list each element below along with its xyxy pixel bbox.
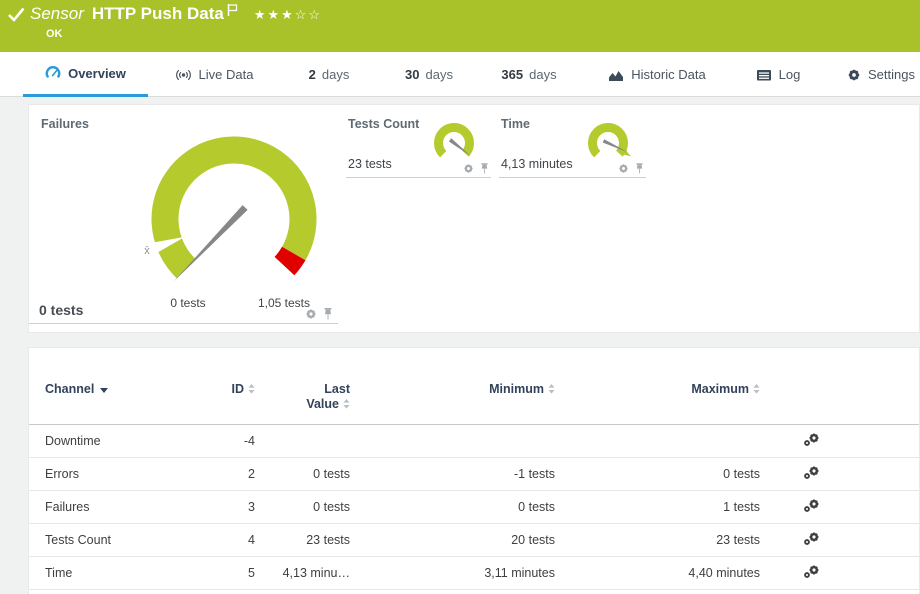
status-badge: OK xyxy=(46,28,63,40)
gear-icon[interactable] xyxy=(463,163,474,174)
column-header-id[interactable]: ID xyxy=(199,348,259,425)
sort-icon xyxy=(343,399,350,409)
tests-count-value: 23 tests xyxy=(348,157,392,171)
historic-data-icon xyxy=(608,68,624,82)
log-icon xyxy=(756,68,772,82)
gauge-needle xyxy=(174,205,248,282)
edit-channel-icon[interactable] xyxy=(803,432,820,447)
gauge-scale-min: 0 tests xyxy=(170,296,205,310)
channel-last-value: 4,13 minu… xyxy=(259,557,354,590)
tab-overview[interactable]: Overview xyxy=(23,52,148,97)
tab-30-days[interactable]: 30 days xyxy=(391,52,467,97)
channel-maximum: 0 tests xyxy=(559,458,764,491)
table-row: Time 5 4,13 minu… 3,11 minutes 4,40 minu… xyxy=(29,557,919,590)
gauge-average-marker: x̄ xyxy=(144,245,150,257)
channel-maximum: 4,40 minutes xyxy=(559,557,764,590)
tab-bar: Overview Live Data 2 days 30 days 365 da… xyxy=(0,52,920,97)
gear-icon[interactable] xyxy=(305,308,317,320)
channel-name: Time xyxy=(29,557,199,590)
widget-title: Time xyxy=(501,117,530,131)
sort-icon xyxy=(548,384,555,394)
tab-historic-data[interactable]: Historic Data xyxy=(596,52,718,97)
channel-minimum: 20 tests xyxy=(354,524,559,557)
channel-id: 2 xyxy=(199,458,259,491)
status-check-icon xyxy=(8,7,25,22)
sensor-header: Sensor HTTP Push Data ★★★☆☆ OK xyxy=(0,0,920,52)
table-row: Errors 2 0 tests -1 tests 0 tests xyxy=(29,458,919,491)
column-header-minimum[interactable]: Minimum xyxy=(354,348,559,425)
stars-empty: ☆☆ xyxy=(295,7,322,22)
sort-desc-icon xyxy=(100,388,108,393)
live-data-icon xyxy=(175,67,192,83)
tab-live-data[interactable]: Live Data xyxy=(168,52,260,97)
sort-icon xyxy=(248,384,255,394)
channel-name: Tests Count xyxy=(29,524,199,557)
channel-name: Downtime xyxy=(29,425,199,458)
tab-2-days[interactable]: 2 days xyxy=(293,52,365,97)
column-header-last-value[interactable]: Last Value xyxy=(259,348,354,425)
channel-id: 4 xyxy=(199,524,259,557)
pin-icon[interactable] xyxy=(635,163,644,174)
channel-minimum: -1 tests xyxy=(354,458,559,491)
sensor-title-row: Sensor HTTP Push Data ★★★☆☆ xyxy=(30,4,322,26)
sort-icon xyxy=(753,384,760,394)
widget-title: Tests Count xyxy=(348,117,419,131)
tab-settings[interactable]: Settings xyxy=(842,52,920,97)
tests-count-gauge xyxy=(429,118,479,168)
table-row: Tests Count 4 23 tests 20 tests 23 tests xyxy=(29,524,919,557)
channel-minimum xyxy=(354,425,559,458)
gauge-icon xyxy=(45,65,61,81)
edit-channel-icon[interactable] xyxy=(803,531,820,546)
channel-minimum: 3,11 minutes xyxy=(354,557,559,590)
channel-name: Errors xyxy=(29,458,199,491)
pin-icon[interactable] xyxy=(480,163,489,174)
time-gauge xyxy=(583,118,633,168)
table-row: Failures 3 0 tests 0 tests 1 tests xyxy=(29,491,919,524)
channel-maximum: 1 tests xyxy=(559,491,764,524)
priority-flag-icon[interactable] xyxy=(227,4,238,17)
channel-maximum: 23 tests xyxy=(559,524,764,557)
channel-id: 5 xyxy=(199,557,259,590)
channel-name: Failures xyxy=(29,491,199,524)
channel-id: 3 xyxy=(199,491,259,524)
priority-stars[interactable]: ★★★☆☆ xyxy=(254,4,322,26)
pin-icon[interactable] xyxy=(323,308,333,320)
sensor-kind-label: Sensor xyxy=(30,4,84,24)
widget-tests-count: Tests Count 23 tests xyxy=(346,105,491,178)
table-header-row: Channel ID Last Value Minimum Maximum xyxy=(29,348,919,425)
tab-log[interactable]: Log xyxy=(746,52,810,97)
channel-id: -4 xyxy=(199,425,259,458)
failures-gauge: x̄ xyxy=(134,119,334,319)
column-header-channel[interactable]: Channel xyxy=(29,348,199,425)
tab-365-days[interactable]: 365 days xyxy=(490,52,568,97)
gear-icon xyxy=(847,68,861,82)
channel-minimum: 0 tests xyxy=(354,491,559,524)
column-header-maximum[interactable]: Maximum xyxy=(559,348,764,425)
channels-panel: Channel ID Last Value Minimum Maximum xyxy=(28,347,920,594)
gauges-panel: Failures x̄ 0 tests 1,05 tests 0 tests T… xyxy=(28,104,920,333)
edit-channel-icon[interactable] xyxy=(803,465,820,480)
edit-channel-icon[interactable] xyxy=(803,564,820,579)
channel-last-value: 23 tests xyxy=(259,524,354,557)
stars-filled: ★★★ xyxy=(254,7,295,22)
failures-current-value: 0 tests xyxy=(39,302,83,318)
channel-last-value: 0 tests xyxy=(259,491,354,524)
channels-table: Channel ID Last Value Minimum Maximum xyxy=(29,348,919,590)
page-title: HTTP Push Data xyxy=(92,4,224,24)
time-value: 4,13 minutes xyxy=(501,157,573,171)
channel-last-value: 0 tests xyxy=(259,458,354,491)
gear-icon[interactable] xyxy=(618,163,629,174)
widget-time: Time 4,13 minutes xyxy=(499,105,646,178)
edit-channel-icon[interactable] xyxy=(803,498,820,513)
gauge-scale-max: 1,05 tests xyxy=(258,296,310,310)
channel-last-value xyxy=(259,425,354,458)
widget-failures: Failures x̄ 0 tests 1,05 tests 0 tests xyxy=(29,105,338,324)
table-row: Downtime -4 xyxy=(29,425,919,458)
widget-title: Failures xyxy=(41,117,89,131)
channel-maximum xyxy=(559,425,764,458)
